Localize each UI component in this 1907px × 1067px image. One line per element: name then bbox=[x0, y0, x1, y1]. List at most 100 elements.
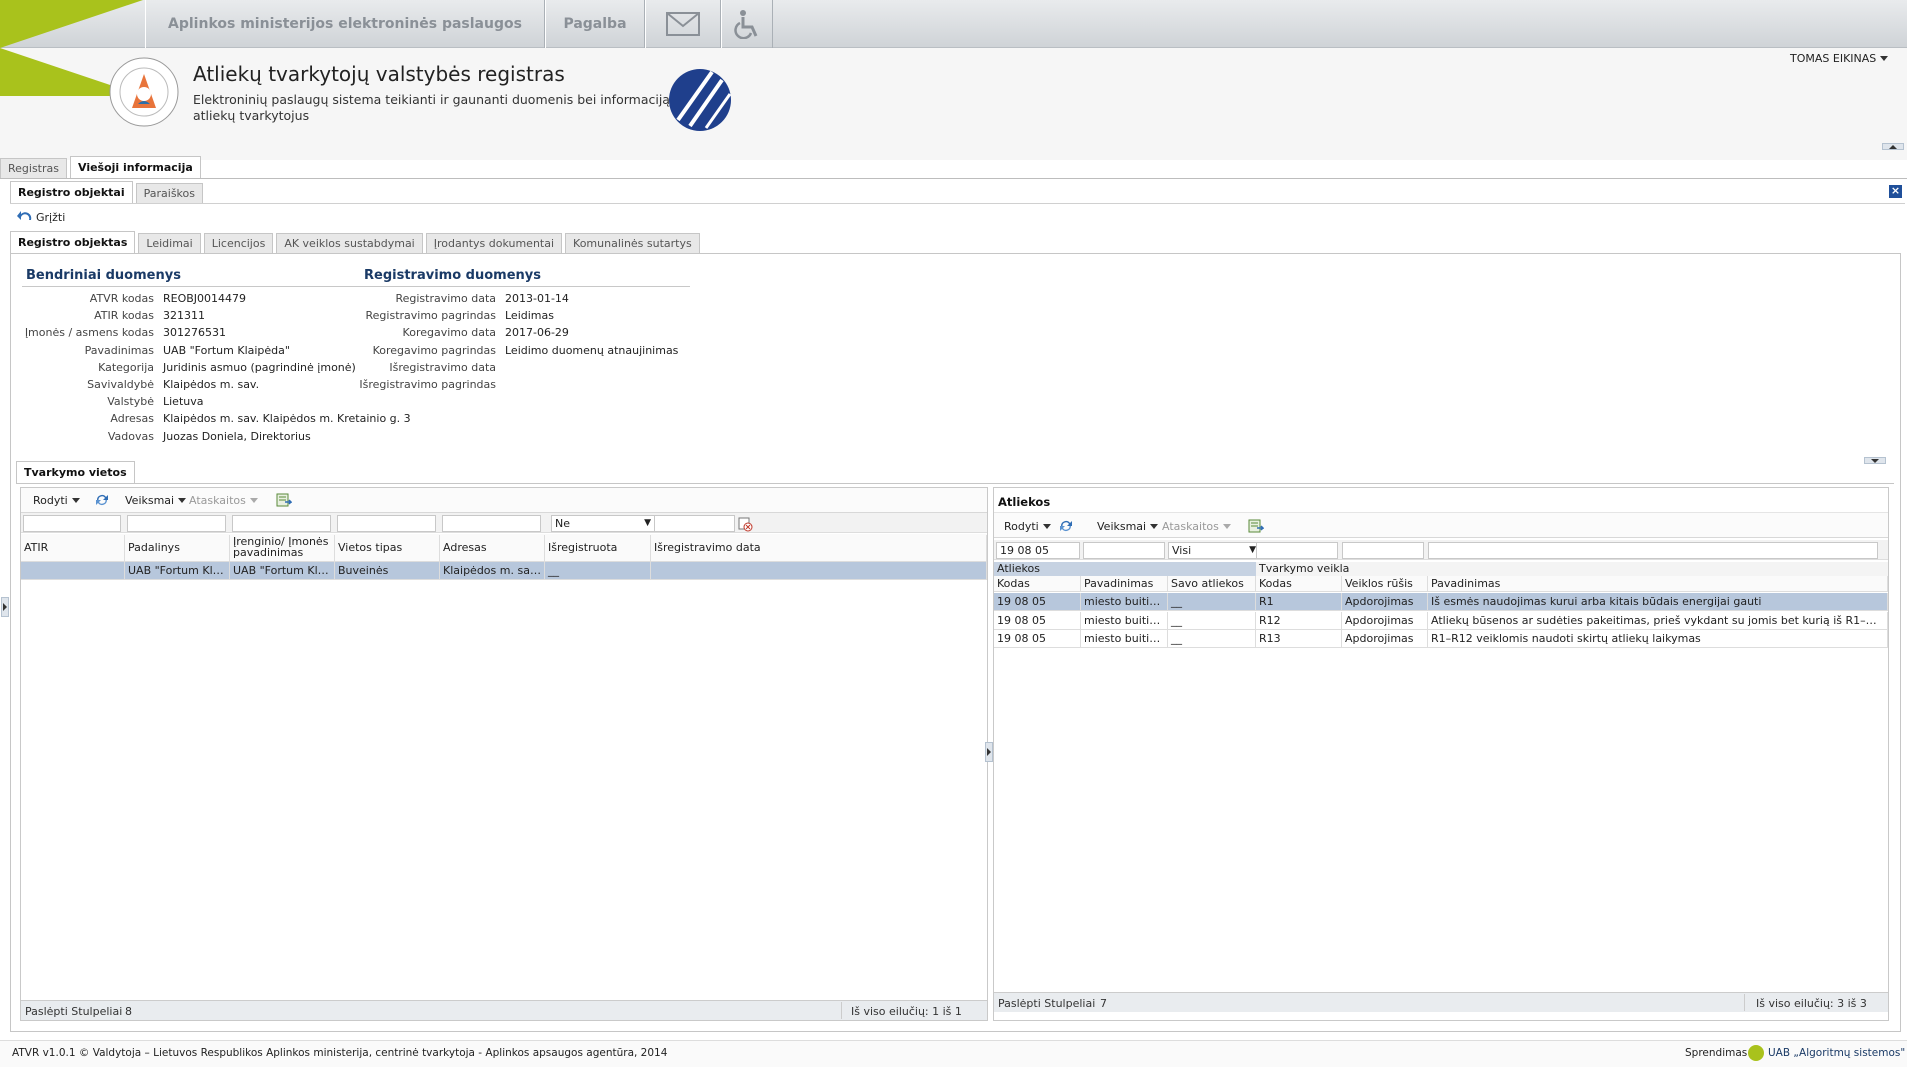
back-button[interactable]: Grįžti bbox=[16, 209, 65, 225]
tab-irodantys-dokumentai-label: Įrodantys dokumentai bbox=[433, 237, 555, 250]
general-field-label: Valstybė bbox=[107, 395, 154, 409]
actions-menu-button[interactable]: Veiksmai bbox=[125, 494, 187, 507]
general-field-value: 321311 bbox=[163, 309, 205, 323]
general-field-value: REOBJ0014479 bbox=[163, 292, 247, 305]
user-menu[interactable]: TOMAS EIKINAS bbox=[1790, 52, 1889, 65]
help-link-label: Pagalba bbox=[563, 16, 627, 32]
export-icon[interactable] bbox=[275, 492, 293, 508]
general-field-label: Adresas bbox=[110, 412, 154, 426]
column-filter-input[interactable] bbox=[337, 515, 436, 532]
sub-tabs: Registro objektai Paraiškos bbox=[10, 181, 1905, 204]
own-waste-filter-select[interactable]: Visi ▼ bbox=[1168, 542, 1260, 559]
column-header[interactable]: Savo atliekos bbox=[1168, 576, 1256, 592]
panel-splitter-handle[interactable] bbox=[985, 742, 993, 762]
column-filter-input[interactable] bbox=[23, 515, 121, 532]
envelope-icon[interactable] bbox=[645, 0, 721, 48]
column-filter-input[interactable] bbox=[653, 515, 735, 532]
registration-field-label: Išregistravimo data bbox=[389, 360, 496, 374]
table-cell: Apdorojimas bbox=[1342, 593, 1428, 611]
activity-code-filter[interactable] bbox=[1256, 542, 1338, 559]
table-cell: UAB "Fortum Klaipėda" bbox=[125, 562, 230, 580]
actions-menu-button[interactable]: Veiksmai bbox=[1097, 520, 1159, 533]
general-field-value: Klaipėdos m. sav. Klaipėdos m. Kretainio… bbox=[163, 412, 411, 426]
column-header[interactable]: Padalinys bbox=[125, 535, 230, 561]
refresh-icon[interactable] bbox=[1057, 518, 1075, 534]
column-filter-input[interactable] bbox=[232, 515, 331, 532]
subtitle-line-1: Elektroninių paslaugų sistema teikianti … bbox=[193, 92, 701, 107]
wheelchair-icon[interactable] bbox=[721, 0, 773, 48]
column-header[interactable]: Veiklos rūšis bbox=[1342, 576, 1428, 592]
disposal-sites-panel: Rodyti Veiksmai Ataskaitos Ne ▼ ATIR Padal… bbox=[20, 487, 988, 1021]
column-header[interactable]: Vietos tipas bbox=[335, 535, 440, 561]
hidden-columns-label[interactable]: Paslėpti Stulpeliai bbox=[998, 997, 1095, 1010]
general-field-value: Klaipėdos m. sav. bbox=[163, 378, 260, 391]
right-grid-footer: Paslėpti Stulpeliai 7 Iš viso eilučių: 3… bbox=[994, 992, 1888, 1012]
tab-registras[interactable]: Registras bbox=[0, 158, 67, 178]
collapse-header-button[interactable] bbox=[1882, 143, 1904, 150]
copyright-text: ATVR v1.0.1 © Valdytoja – Lietuvos Respu… bbox=[12, 1047, 668, 1059]
dropdown-arrow-icon: ▼ bbox=[644, 518, 651, 528]
page-subtitle: Elektroninių paslaugų sistema teikianti … bbox=[193, 92, 701, 124]
tab-ak-veiklos-sustabdymai[interactable]: AK veiklos sustabdymai bbox=[276, 233, 423, 253]
tab-licencijos-label: Licencijos bbox=[211, 237, 266, 250]
column-filter-input[interactable] bbox=[442, 515, 541, 532]
column-header[interactable]: Išregistravimo data bbox=[651, 535, 987, 561]
activity-name-filter[interactable] bbox=[1428, 542, 1878, 559]
column-header[interactable]: Išregistruota bbox=[545, 535, 651, 561]
hidden-columns-label[interactable]: Paslėpti Stulpeliai bbox=[25, 1005, 122, 1018]
column-header[interactable]: Pavadinimas bbox=[1081, 576, 1168, 592]
registration-field-value: 2017-06-29 bbox=[505, 326, 569, 340]
column-filter-input[interactable] bbox=[127, 515, 226, 532]
column-header[interactable]: Įrenginio/ Įmonės pavadinimas bbox=[230, 535, 335, 561]
refresh-icon[interactable] bbox=[93, 492, 111, 508]
site-header: Atliekų tvarkytojų valstybės registras E… bbox=[0, 0, 1907, 160]
group-header-activity: Tvarkymo veikla bbox=[1256, 562, 1888, 576]
waste-code-filter[interactable]: 19 08 05 bbox=[996, 542, 1080, 559]
agency-logo bbox=[666, 66, 734, 134]
page-title: Atliekų tvarkytojų valstybės registras bbox=[193, 62, 565, 86]
solution-company-link[interactable]: UAB „Algoritmų sistemos" bbox=[1768, 1047, 1905, 1059]
general-field-label: Savivaldybė bbox=[87, 378, 154, 391]
column-header[interactable]: Adresas bbox=[440, 535, 545, 561]
show-menu-label: Rodyti bbox=[1004, 520, 1039, 533]
cancelled-filter-select[interactable]: Ne ▼ bbox=[551, 515, 655, 532]
help-link[interactable]: Pagalba bbox=[545, 0, 645, 48]
tab-irodantys-dokumentai[interactable]: Įrodantys dokumentai bbox=[425, 233, 563, 253]
chevron-up-icon bbox=[1889, 145, 1897, 149]
tab-tvarkymo-vietos[interactable]: Tvarkymo vietos bbox=[16, 461, 135, 483]
tab-licencijos[interactable]: Licencijos bbox=[203, 233, 274, 253]
tab-registro-objektas[interactable]: Registro objektas bbox=[10, 231, 136, 253]
column-header[interactable]: Pavadinimas bbox=[1428, 576, 1888, 592]
tab-tvarkymo-vietos-label: Tvarkymo vietos bbox=[24, 466, 127, 479]
tab-registro-objektai[interactable]: Registro objektai bbox=[10, 181, 133, 203]
close-icon[interactable]: × bbox=[1889, 185, 1902, 198]
ministry-logo[interactable] bbox=[108, 56, 180, 128]
show-menu-button[interactable]: Rodyti bbox=[1004, 520, 1051, 533]
waste-name-filter[interactable] bbox=[1083, 542, 1165, 559]
tab-leidimai[interactable]: Leidimai bbox=[138, 233, 201, 253]
export-icon[interactable] bbox=[1247, 518, 1265, 534]
group-header-waste: Atliekos bbox=[994, 562, 1256, 576]
column-header[interactable]: ATIR bbox=[21, 535, 125, 561]
table-cell: Apdorojimas bbox=[1342, 611, 1428, 630]
table-cell: Buveinės bbox=[335, 562, 440, 580]
tab-komunalines-sutartys[interactable]: Komunalinės sutartys bbox=[565, 233, 700, 253]
show-menu-button[interactable]: Rodyti bbox=[33, 494, 80, 507]
services-link[interactable]: Aplinkos ministerijos elektroninės pasla… bbox=[145, 0, 545, 48]
tab-paraiskos[interactable]: Paraiškos bbox=[135, 183, 203, 203]
column-header[interactable]: Kodas bbox=[994, 576, 1081, 592]
tab-komunalines-sutartys-label: Komunalinės sutartys bbox=[573, 237, 692, 250]
clear-filter-icon[interactable] bbox=[736, 516, 754, 532]
heading-divider bbox=[22, 286, 690, 287]
tab-viesoji-informacija-label: Viešoji informacija bbox=[78, 161, 193, 174]
column-header[interactable]: Kodas bbox=[1256, 576, 1342, 592]
reports-menu-label: Ataskaitos bbox=[189, 494, 246, 507]
tab-leidimai-label: Leidimai bbox=[146, 237, 193, 250]
activity-type-filter[interactable] bbox=[1342, 542, 1424, 559]
table-cell: 19 08 05 bbox=[994, 593, 1081, 611]
reports-menu-button[interactable]: Ataskaitos bbox=[1162, 520, 1231, 533]
reports-menu-button[interactable]: Ataskaitos bbox=[189, 494, 258, 507]
chevron-down-icon bbox=[1150, 524, 1159, 529]
tab-viesoji-informacija[interactable]: Viešoji informacija bbox=[70, 156, 201, 178]
side-expand-handle[interactable] bbox=[1, 597, 9, 617]
